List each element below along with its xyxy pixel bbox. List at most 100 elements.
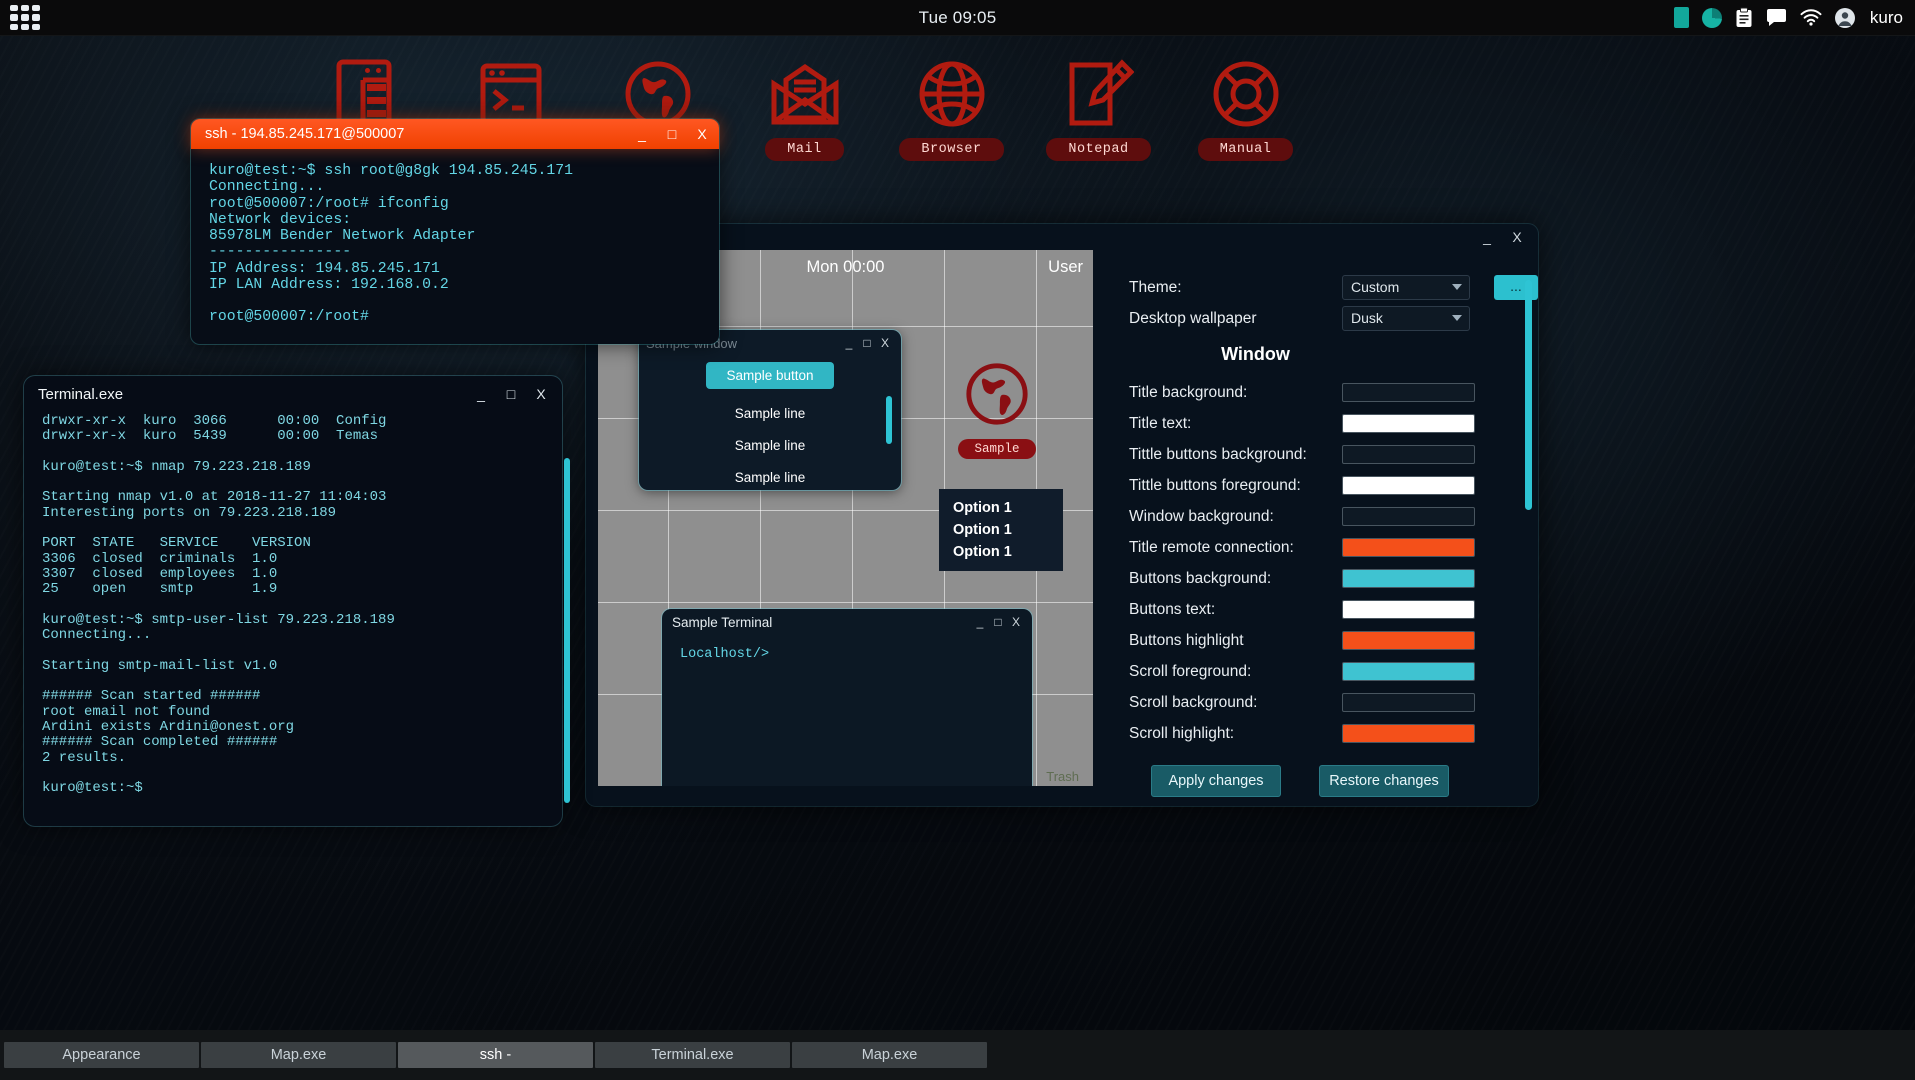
- preview-context-menu[interactable]: Option 1 Option 1 Option 1: [939, 489, 1063, 571]
- preview-trash-label: Trash: [1046, 769, 1079, 784]
- taskbar-item[interactable]: Appearance: [4, 1042, 199, 1068]
- color-setting-label: Scroll highlight:: [1129, 725, 1342, 743]
- clipboard-icon[interactable]: [1735, 7, 1753, 28]
- preview-sample-terminal[interactable]: Sample Terminal _ □ X Localhost/>: [662, 609, 1032, 786]
- desktop-icon-label: Mail: [765, 138, 843, 161]
- maximize-button[interactable]: □: [500, 383, 522, 405]
- taskbar-item[interactable]: ssh -: [398, 1042, 593, 1068]
- color-setting-label: Buttons text:: [1129, 601, 1342, 619]
- theme-select[interactable]: Custom: [1342, 275, 1470, 300]
- maximize-button[interactable]: □: [661, 123, 683, 145]
- restore-changes-button[interactable]: Restore changes: [1319, 765, 1449, 797]
- wifi-icon[interactable]: [1800, 9, 1822, 26]
- terminal-title: Terminal.exe: [38, 386, 470, 403]
- preview-icon-label: Sample: [958, 439, 1035, 459]
- color-swatch[interactable]: [1342, 476, 1475, 495]
- maximize-button[interactable]: □: [858, 334, 876, 352]
- color-swatch[interactable]: [1342, 600, 1475, 619]
- preview-menu-item[interactable]: Option 1: [953, 497, 1063, 519]
- preview-menu-item[interactable]: Option 1: [953, 519, 1063, 541]
- desktop-icon-manual[interactable]: Manual: [1172, 58, 1319, 161]
- preview-sample-line: Sample line: [639, 406, 901, 421]
- color-setting-label: Buttons background:: [1129, 570, 1342, 588]
- color-swatch[interactable]: [1342, 445, 1475, 464]
- close-button[interactable]: X: [876, 334, 894, 352]
- desktop-icon-notepad[interactable]: Notepad: [1025, 58, 1172, 161]
- minimize-button[interactable]: _: [631, 123, 653, 145]
- color-setting-row: Buttons text:: [1093, 594, 1538, 625]
- desktop-icon-browser[interactable]: Browser: [878, 58, 1025, 161]
- color-swatch[interactable]: [1342, 569, 1475, 588]
- desktop-icon-label: Notepad: [1046, 138, 1150, 161]
- minimize-button[interactable]: _: [470, 383, 492, 405]
- color-swatch[interactable]: [1342, 414, 1475, 433]
- color-setting-label: Tittle buttons foreground:: [1129, 477, 1342, 495]
- terminal-output: drwxr-xr-x kuro 3066 00:00 Config drwxr-…: [24, 412, 562, 820]
- username-label[interactable]: kuro: [1870, 8, 1903, 28]
- avatar-icon[interactable]: [1835, 8, 1855, 28]
- clock: Tue 09:05: [0, 8, 1915, 28]
- color-swatch[interactable]: [1342, 724, 1475, 743]
- desktop-icon-mail[interactable]: Mail: [731, 58, 878, 161]
- color-setting-row: Buttons highlight: [1093, 625, 1538, 656]
- color-setting-row: Scroll highlight:: [1093, 718, 1538, 749]
- close-button[interactable]: X: [1007, 613, 1025, 631]
- color-setting-label: Title remote connection:: [1129, 539, 1342, 557]
- ssh-window[interactable]: ssh - 194.85.245.171@500007 _ □ X kuro@t…: [191, 119, 719, 344]
- chevron-down-icon: [1452, 315, 1462, 321]
- color-swatch[interactable]: [1342, 507, 1475, 526]
- color-setting-row: Title background:: [1093, 377, 1538, 408]
- close-button[interactable]: X: [1506, 226, 1528, 248]
- minimize-button[interactable]: _: [1476, 226, 1498, 248]
- close-button[interactable]: X: [530, 383, 552, 405]
- preview-sample-terminal-title: Sample Terminal: [672, 615, 971, 630]
- preview-menu-item[interactable]: Option 1: [953, 541, 1063, 563]
- wallpaper-label: Desktop wallpaper: [1129, 310, 1342, 328]
- apply-changes-button[interactable]: Apply changes: [1151, 765, 1281, 797]
- taskbar-item[interactable]: Map.exe: [201, 1042, 396, 1068]
- appearance-window[interactable]: Appearance _ X Mon 00:00 User Sampl: [586, 224, 1538, 806]
- terminal-title-bar[interactable]: Terminal.exe _ □ X: [24, 376, 562, 412]
- preview-sample-window[interactable]: Sample window _ □ X Sample button Sample…: [639, 330, 901, 490]
- close-button[interactable]: X: [691, 123, 713, 145]
- square-indicator-icon[interactable]: [1674, 7, 1689, 28]
- appearance-title-bar[interactable]: Appearance _ X: [586, 224, 1538, 250]
- preview-sample-line: Sample line: [639, 438, 901, 453]
- chevron-down-icon: [1452, 284, 1462, 290]
- color-setting-label: Title background:: [1129, 384, 1342, 402]
- color-swatch[interactable]: [1342, 662, 1475, 681]
- desktop-icon-label: Browser: [899, 138, 1003, 161]
- ssh-window-controls: _ □ X: [631, 123, 713, 145]
- terminal-window-controls: _ □ X: [470, 383, 552, 405]
- pie-indicator-icon[interactable]: [1702, 8, 1722, 28]
- color-setting-row: Buttons background:: [1093, 563, 1538, 594]
- wallpaper-select-value: Dusk: [1351, 310, 1383, 326]
- preview-sample-line: Sample line: [639, 470, 901, 485]
- minimize-button[interactable]: _: [971, 613, 989, 631]
- ssh-title-bar[interactable]: ssh - 194.85.245.171@500007 _ □ X: [191, 119, 719, 149]
- minimize-button[interactable]: _: [840, 334, 858, 352]
- preview-scrollbar[interactable]: [886, 396, 892, 444]
- taskbar-item[interactable]: Terminal.exe: [595, 1042, 790, 1068]
- terminal-scrollbar[interactable]: [564, 458, 570, 803]
- appearance-window-controls: _ X: [1476, 226, 1528, 248]
- color-swatch[interactable]: [1342, 538, 1475, 557]
- top-bar: Tue 09:05 kuro: [0, 0, 1915, 36]
- preview-sample-button[interactable]: Sample button: [706, 362, 834, 389]
- settings-pane: Theme: Custom ... Desktop wallpaper Dusk…: [1093, 250, 1538, 806]
- settings-actions: Apply changes Restore changes: [1093, 749, 1538, 797]
- wallpaper-select[interactable]: Dusk: [1342, 306, 1470, 331]
- color-swatch[interactable]: [1342, 631, 1475, 650]
- preview-world-icon: [963, 360, 1031, 428]
- taskbar-item[interactable]: Map.exe: [792, 1042, 987, 1068]
- maximize-button[interactable]: □: [989, 613, 1007, 631]
- terminal-window[interactable]: Terminal.exe _ □ X drwxr-xr-x kuro 3066 …: [24, 376, 562, 826]
- color-swatch[interactable]: [1342, 383, 1475, 402]
- chat-icon[interactable]: [1766, 9, 1787, 27]
- settings-scrollbar[interactable]: [1525, 280, 1532, 510]
- color-setting-label: Window background:: [1129, 508, 1342, 526]
- mail-icon: [769, 58, 841, 130]
- preview-terminal-prompt: Localhost/>: [662, 635, 1032, 662]
- color-setting-label: Scroll background:: [1129, 694, 1342, 712]
- color-swatch[interactable]: [1342, 693, 1475, 712]
